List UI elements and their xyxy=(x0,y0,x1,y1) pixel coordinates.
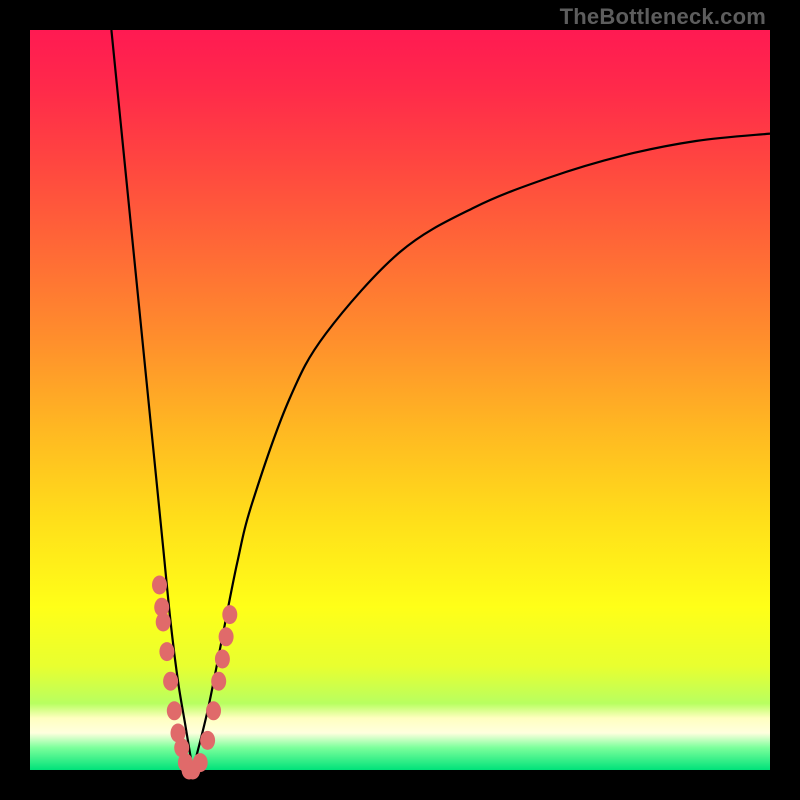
data-point-marker xyxy=(206,701,221,720)
data-point-marker xyxy=(211,672,226,691)
curve-segment xyxy=(111,30,192,770)
curve-layer xyxy=(30,30,770,770)
data-point-marker xyxy=(167,701,182,720)
data-point-marker xyxy=(156,613,171,632)
data-markers xyxy=(152,576,237,780)
data-point-marker xyxy=(152,576,167,595)
data-point-marker xyxy=(200,731,215,750)
data-point-marker xyxy=(215,650,230,669)
data-point-marker xyxy=(219,627,234,646)
data-point-marker xyxy=(222,605,237,624)
curve-segment xyxy=(193,134,770,770)
data-point-marker xyxy=(163,672,178,691)
bottleneck-v-curve xyxy=(111,30,770,770)
plot-area xyxy=(30,30,770,770)
attribution-label: TheBottleneck.com xyxy=(560,4,766,30)
data-point-marker xyxy=(193,753,208,772)
chart-container: TheBottleneck.com xyxy=(0,0,800,800)
data-point-marker xyxy=(159,642,174,661)
